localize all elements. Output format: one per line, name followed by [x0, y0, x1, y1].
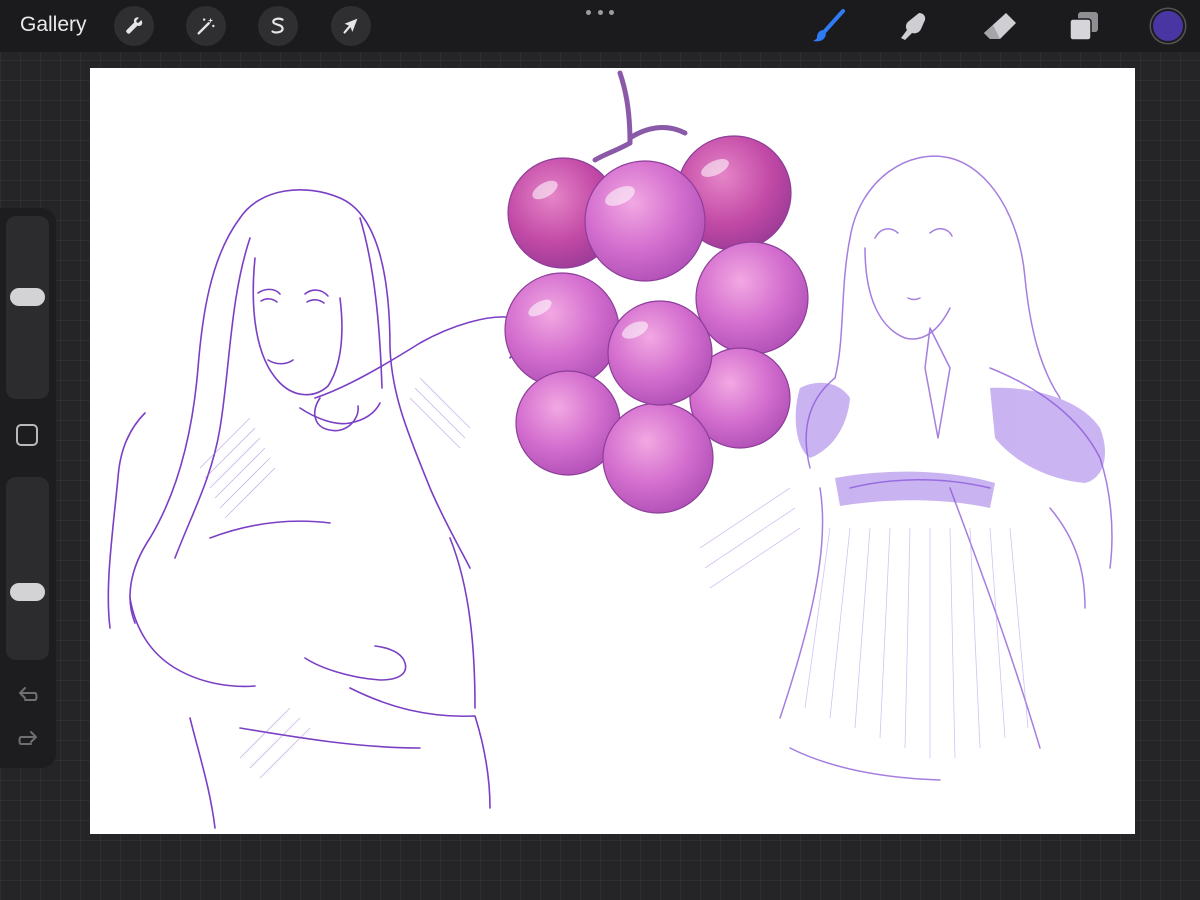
color-picker-button[interactable]: [1151, 9, 1185, 43]
selection-s-icon[interactable]: [258, 6, 298, 46]
eraser-icon[interactable]: [980, 6, 1020, 46]
square-modify-icon[interactable]: [16, 424, 38, 446]
opacity-slider[interactable]: [6, 477, 49, 660]
brush-icon[interactable]: [808, 6, 848, 46]
smudge-finger-icon[interactable]: [894, 6, 934, 46]
wrench-icon[interactable]: [114, 6, 154, 46]
drawing-canvas[interactable]: [90, 68, 1135, 834]
arrow-cursor-icon[interactable]: [331, 6, 371, 46]
magic-wand-icon[interactable]: [186, 6, 226, 46]
opacity-knob[interactable]: [10, 583, 45, 602]
redo-icon[interactable]: [16, 728, 40, 750]
brush-size-slider[interactable]: [6, 216, 49, 399]
left-sidebar: [0, 208, 56, 768]
gallery-button[interactable]: Gallery: [20, 13, 87, 37]
undo-icon[interactable]: [16, 684, 40, 706]
brush-size-knob[interactable]: [10, 287, 45, 306]
top-toolbar: Gallery: [0, 0, 1200, 52]
layers-icon[interactable]: [1064, 6, 1104, 46]
artwork-image: [107, 70, 1113, 829]
ellipsis-icon[interactable]: [586, 6, 614, 18]
